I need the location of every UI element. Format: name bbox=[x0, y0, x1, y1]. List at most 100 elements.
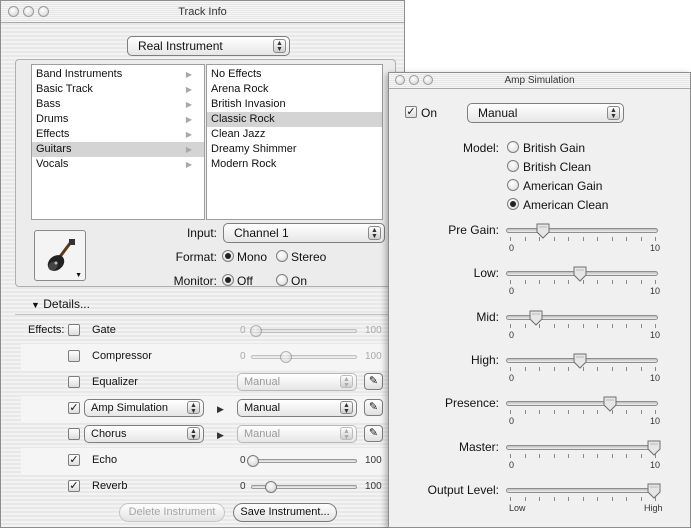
preset-item[interactable]: Modern Rock bbox=[207, 157, 382, 172]
instrument-type-popup[interactable]: Real Instrument ▲ ▼ bbox=[127, 36, 290, 56]
amp-slider-track[interactable] bbox=[506, 401, 658, 406]
slider-tick-mark bbox=[510, 237, 511, 241]
save-instrument-button[interactable]: Save Instrument... bbox=[233, 503, 337, 522]
slider-tick-mark bbox=[611, 497, 613, 501]
effect-enable-checkbox[interactable] bbox=[68, 324, 80, 336]
amp-slider-thumb[interactable] bbox=[647, 440, 661, 456]
slider-tick-mark bbox=[539, 367, 540, 371]
slider-tick-mark bbox=[640, 454, 642, 458]
effect-disclosure-arrow-icon[interactable]: ▶ bbox=[217, 430, 224, 441]
amp-preset-popup[interactable]: Manual ▲ ▼ bbox=[467, 103, 624, 123]
category-item[interactable]: Band Instruments ▶ bbox=[32, 67, 204, 82]
edit-pencil-icon[interactable]: ✎ bbox=[364, 373, 383, 390]
monitor-off-radio[interactable] bbox=[222, 274, 234, 286]
delete-instrument-button[interactable]: Delete Instrument bbox=[119, 503, 225, 522]
zoom-window-icon[interactable] bbox=[423, 75, 433, 85]
close-window-icon[interactable] bbox=[8, 6, 19, 17]
effect-slider-thumb[interactable] bbox=[280, 351, 292, 363]
slider-tick-mark bbox=[568, 454, 569, 458]
amp-slider-thumb[interactable] bbox=[573, 353, 587, 369]
effect-name: Chorus bbox=[91, 428, 127, 440]
preset-item-label: Classic Rock bbox=[211, 113, 275, 125]
slider-tick-mark bbox=[597, 324, 598, 328]
effect-enable-checkbox[interactable]: ✓ bbox=[68, 454, 80, 466]
effect-enable-checkbox[interactable]: ✓ bbox=[68, 480, 80, 492]
format-mono-radio[interactable] bbox=[222, 250, 234, 262]
effect-slider-thumb[interactable] bbox=[250, 325, 262, 337]
effect-disclosure-arrow-icon[interactable]: ▶ bbox=[217, 404, 224, 415]
amp-sim-title: Amp Simulation bbox=[504, 75, 575, 86]
effect-slider-track[interactable] bbox=[251, 355, 357, 359]
amp-slider-track[interactable] bbox=[506, 488, 658, 493]
submenu-arrow-icon: ▶ bbox=[185, 115, 192, 124]
effect-preset-popup[interactable]: Manual ▲ ▼ bbox=[237, 425, 357, 443]
amp-on-checkbox[interactable]: ✓ bbox=[405, 106, 417, 118]
instrument-icon-well[interactable]: ▼ bbox=[34, 230, 86, 281]
slider-max-label: 10 bbox=[650, 286, 661, 296]
preset-item[interactable]: Dreamy Shimmer bbox=[207, 142, 382, 157]
effect-preset-popup[interactable]: Manual ▲ ▼ bbox=[237, 373, 357, 391]
model-radio[interactable] bbox=[507, 198, 519, 210]
model-radio-label: American Clean bbox=[523, 198, 609, 212]
edit-pencil-icon[interactable]: ✎ bbox=[364, 399, 383, 416]
effect-name: Gate bbox=[92, 324, 116, 336]
popup-stepper-icon: ▲ ▼ bbox=[340, 401, 353, 415]
preset-item-label: British Invasion bbox=[211, 98, 286, 110]
input-popup[interactable]: Channel 1 ▲ ▼ bbox=[223, 223, 385, 243]
popup-stepper-icon: ▲ ▼ bbox=[340, 375, 353, 389]
category-item[interactable]: Bass ▶ bbox=[32, 97, 204, 112]
slider-tick-mark bbox=[655, 237, 656, 241]
amp-slider-thumb[interactable] bbox=[573, 266, 587, 282]
model-radio[interactable] bbox=[507, 179, 519, 191]
amp-slider-track[interactable] bbox=[506, 445, 658, 450]
effect-enable-checkbox[interactable] bbox=[68, 376, 80, 388]
slider-tick-mark bbox=[568, 324, 569, 328]
effect-enable-checkbox[interactable] bbox=[68, 350, 80, 362]
category-item[interactable]: Vocals ▶ bbox=[32, 157, 204, 172]
minimize-window-icon[interactable] bbox=[23, 6, 34, 17]
amp-slider-thumb[interactable] bbox=[529, 310, 543, 326]
category-item[interactable]: Drums ▶ bbox=[32, 112, 204, 127]
edit-pencil-icon[interactable]: ✎ bbox=[364, 425, 383, 442]
preset-item[interactable]: British Invasion bbox=[207, 97, 382, 112]
category-list[interactable]: Band Instruments ▶ Basic Track ▶ Bass ▶ Drums ▶… bbox=[31, 64, 205, 220]
effect-slider-track[interactable] bbox=[251, 459, 357, 463]
effect-slider-track[interactable] bbox=[251, 329, 357, 333]
slider-tick-mark bbox=[611, 410, 613, 414]
category-item[interactable]: Guitars ▶ bbox=[32, 142, 204, 157]
slider-tick-mark bbox=[611, 280, 613, 284]
zoom-window-icon[interactable] bbox=[38, 6, 49, 17]
close-window-icon[interactable] bbox=[395, 75, 405, 85]
minimize-window-icon[interactable] bbox=[409, 75, 419, 85]
effect-slider-thumb[interactable] bbox=[247, 455, 259, 467]
slider-tick-mark bbox=[568, 237, 569, 241]
effect-enable-checkbox[interactable]: ✓ bbox=[68, 402, 80, 414]
submenu-arrow-icon: ▶ bbox=[185, 70, 192, 79]
amp-slider-thumb[interactable] bbox=[647, 483, 661, 499]
monitor-on-radio[interactable] bbox=[276, 274, 288, 286]
effect-preset-popup[interactable]: Manual ▲ ▼ bbox=[237, 399, 357, 417]
slider-tick-mark bbox=[568, 367, 569, 371]
model-radio[interactable] bbox=[507, 141, 519, 153]
preset-item[interactable]: Arena Rock bbox=[207, 82, 382, 97]
category-item[interactable]: Basic Track ▶ bbox=[32, 82, 204, 97]
amp-slider-track[interactable] bbox=[506, 228, 658, 233]
effect-type-popup[interactable]: Amp Simulation ▲ ▼ bbox=[84, 399, 204, 417]
effect-enable-checkbox[interactable] bbox=[68, 428, 80, 440]
preset-item[interactable]: No Effects bbox=[207, 67, 382, 82]
slider-tick-mark bbox=[640, 410, 642, 414]
preset-item[interactable]: Clean Jazz bbox=[207, 127, 382, 142]
details-disclosure[interactable]: ▼ Details... bbox=[31, 297, 90, 311]
model-radio-label: British Gain bbox=[523, 141, 586, 155]
preset-item[interactable]: Classic Rock bbox=[207, 112, 382, 127]
effect-type-popup[interactable]: Chorus ▲ ▼ bbox=[84, 425, 204, 443]
amp-slider-thumb[interactable] bbox=[603, 396, 617, 412]
category-item[interactable]: Effects ▶ bbox=[32, 127, 204, 142]
disclosure-triangle-icon: ▼ bbox=[31, 300, 40, 310]
effect-slider-thumb[interactable] bbox=[265, 481, 277, 493]
preset-list[interactable]: No Effects Arena Rock British Invasion Clas… bbox=[206, 64, 383, 220]
format-stereo-radio[interactable] bbox=[276, 250, 288, 262]
slider-tick-mark bbox=[510, 280, 511, 284]
model-radio[interactable] bbox=[507, 160, 519, 172]
slider-tick-mark bbox=[597, 280, 598, 284]
